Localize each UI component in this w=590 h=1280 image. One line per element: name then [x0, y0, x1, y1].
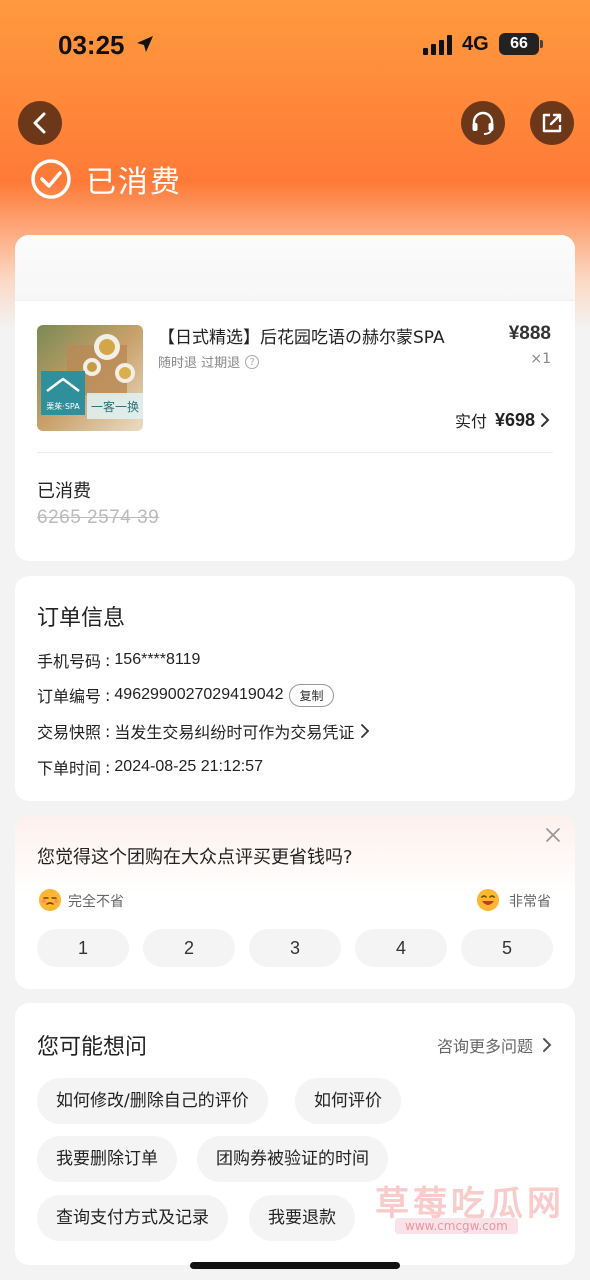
order-row-phone: 手机号码 : 156****8119: [37, 648, 200, 672]
rating-option-3[interactable]: 3: [249, 929, 341, 967]
product-name[interactable]: 【日式精选】后花园吃语の赫尔蒙SPA: [158, 323, 445, 348]
voucher-status: 已消费: [37, 481, 91, 502]
check-circle-icon: [31, 159, 71, 199]
location-arrow-icon: [137, 36, 153, 52]
refund-policy: 随时退 过期退 ?: [158, 352, 260, 371]
signal-bars-icon: [423, 35, 452, 55]
grinning-face-icon: [477, 889, 499, 911]
product-photo: 栗茱·SPA 一客一换: [37, 325, 143, 431]
product-card: 栗茱·SPA 一客一换 【日式精选】后花园吃语の赫尔蒙SPA 随时退 过期退 ?…: [15, 235, 575, 561]
rating-option-5[interactable]: 5: [461, 929, 553, 967]
faq-chip[interactable]: 如何评价: [295, 1078, 401, 1124]
product-price: ¥888: [508, 323, 551, 344]
order-row-label: 下单时间: [37, 759, 102, 778]
faq-more-label: 咨询更多问题: [436, 1037, 533, 1056]
order-row-snapshot[interactable]: 交易快照 : 当发生交易纠纷时可作为交易凭证: [37, 719, 370, 743]
battery-level: 66: [510, 35, 528, 52]
status-time: 03:25: [58, 30, 125, 60]
faq-chip[interactable]: 查询支付方式及记录: [37, 1195, 228, 1241]
product-image[interactable]: 栗茱·SPA 一客一换: [37, 325, 143, 431]
thumb-brand: 栗茱·SPA: [46, 401, 80, 411]
paid-amount-row[interactable]: 实付 ¥698: [455, 408, 551, 432]
order-row-order-number: 订单编号 : 4962990027029419042 复制: [37, 683, 334, 707]
thumb-tag: 一客一换: [91, 399, 139, 414]
battery-icon: 66: [499, 33, 539, 55]
help-icon[interactable]: ?: [245, 354, 260, 369]
rating-option-1[interactable]: 1: [37, 929, 129, 967]
product-quantity: ×1: [530, 351, 551, 367]
faq-chip[interactable]: 如何修改/删除自己的评价: [37, 1078, 268, 1124]
copy-button[interactable]: 复制: [289, 683, 334, 707]
order-row-label: 交易快照: [37, 723, 102, 742]
survey-low-label: 完全不省: [68, 894, 124, 910]
faq-more-link[interactable]: 咨询更多问题: [437, 1033, 553, 1057]
unamused-face-icon: [39, 889, 61, 911]
paid-label: 实付: [454, 412, 487, 431]
customer-service-button[interactable]: [461, 101, 505, 145]
rating-option-4[interactable]: 4: [355, 929, 447, 967]
survey-card: 您觉得这个团购在大众点评买更省钱吗? 完全不省 非常省 1 2 3 4 5: [15, 815, 575, 989]
headset-icon: [472, 111, 494, 135]
order-info-title: 订单信息: [37, 606, 126, 631]
chevron-right-icon: [541, 413, 550, 427]
watermark-url: www.cmcgw.com: [395, 1218, 518, 1234]
voucher-code: 6265 2574 39: [37, 507, 160, 528]
faq-chip[interactable]: 我要退款: [249, 1195, 355, 1241]
close-icon[interactable]: [545, 827, 561, 843]
card-top-band: [15, 235, 575, 301]
rating-option-2[interactable]: 2: [143, 929, 235, 967]
snapshot-value: 当发生交易纠纷时可作为交易凭证: [114, 725, 355, 742]
chevron-left-icon: [33, 112, 46, 134]
divider: [37, 452, 553, 453]
order-row-sep: :: [105, 757, 111, 777]
share-button[interactable]: [530, 101, 574, 145]
order-info-card: 订单信息 手机号码 : 156****8119 订单编号 : 496299002…: [15, 576, 575, 801]
refund-policy-text: 随时退 过期退: [158, 356, 241, 371]
order-time-value: 2024-08-25 21:12:57: [114, 758, 263, 775]
survey-high-label: 非常省: [509, 894, 551, 910]
order-row-sep: :: [105, 685, 111, 705]
network-label: 4G: [462, 33, 489, 55]
order-row-sep: :: [105, 650, 111, 670]
phone-value: 156****8119: [114, 651, 201, 668]
faq-title: 您可能想问: [37, 1035, 148, 1060]
home-indicator[interactable]: [190, 1262, 400, 1269]
chevron-right-icon: [543, 1038, 552, 1052]
order-row-time: 下单时间 : 2024-08-25 21:12:57: [37, 755, 263, 779]
back-button[interactable]: [18, 101, 62, 145]
order-row-sep: :: [105, 721, 111, 741]
battery-tip: [540, 40, 543, 48]
order-number-value: 4962990027029419042: [114, 686, 284, 703]
chevron-right-icon: [361, 724, 370, 738]
order-status-title: 已消费: [86, 165, 182, 200]
survey-question: 您觉得这个团购在大众点评买更省钱吗?: [37, 847, 353, 868]
order-row-label: 订单编号: [37, 687, 102, 706]
order-status-header: 已消费: [30, 156, 182, 202]
share-icon: [542, 113, 562, 133]
order-row-label: 手机号码: [37, 652, 102, 671]
status-bar: 03:25 4G 66: [0, 0, 590, 90]
faq-chip[interactable]: 团购券被验证的时间: [197, 1136, 388, 1182]
paid-value: ¥698: [494, 409, 535, 430]
faq-chip[interactable]: 我要删除订单: [37, 1136, 177, 1182]
